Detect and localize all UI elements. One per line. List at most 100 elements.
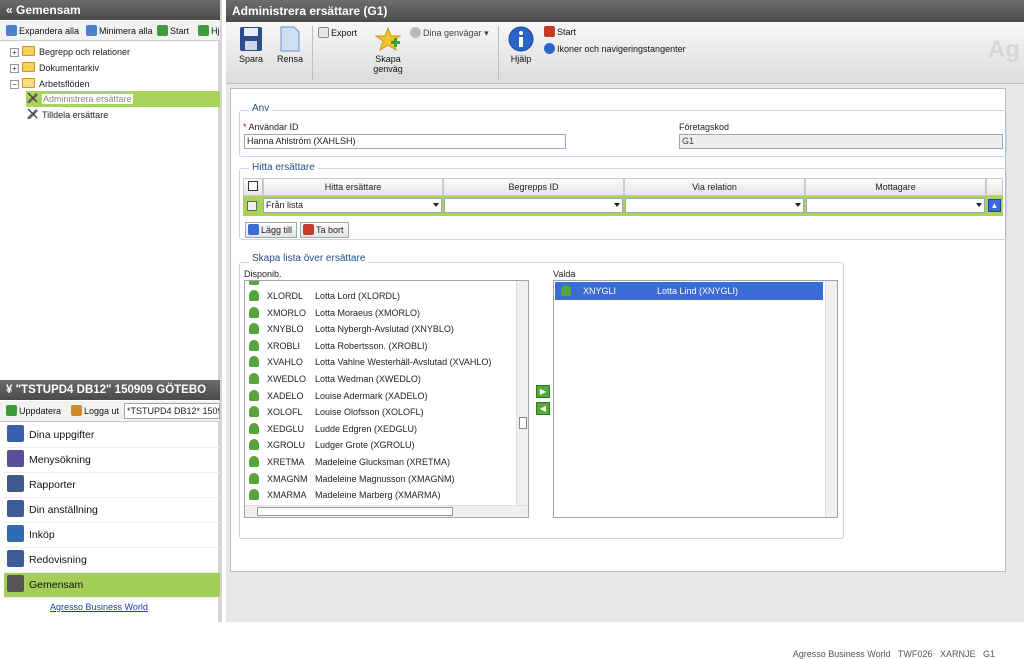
agresso-link[interactable]: Agresso Business World <box>50 602 148 612</box>
update-button[interactable]: Uppdatera <box>6 404 61 418</box>
create-shortcut-button[interactable]: Skapa genväg <box>370 26 406 74</box>
menu-dina-uppgifter[interactable]: Dina uppgifter <box>4 423 220 448</box>
list-item[interactable]: XROBLI Lotta Robertsson. (XROBLI) <box>249 338 428 354</box>
move-right-button[interactable]: ▶ <box>536 385 550 398</box>
expand-all-button[interactable]: Expandera alla <box>6 24 79 38</box>
selected-list-item[interactable]: XNYGLI Lotta Lind (XNYGLI) <box>555 282 823 300</box>
available-list[interactable]: XLORDL Lotta Lord (XLORDL) XMORLO Lotta Mor… <box>244 280 529 518</box>
tree-item-administrera-ersattare[interactable]: Administrera ersättare <box>26 91 220 107</box>
expander-icon[interactable]: + <box>10 48 19 57</box>
menu-menysokning[interactable]: Menysökning <box>4 448 220 473</box>
refresh-icon <box>6 405 17 416</box>
menu-rapporter[interactable]: Rapporter <box>4 473 220 498</box>
tree-item-arbetsfloden[interactable]: − Arbetsflöden <box>10 76 90 92</box>
anv-legend: Anv <box>249 103 273 114</box>
session-select[interactable]: *TSTUPD4 DB12* 1509 <box>124 403 220 419</box>
list-item[interactable]: XMAGNM Madeleine Magnusson (XMAGNM) <box>249 471 455 487</box>
help-icon <box>198 25 209 36</box>
list-item-id: XMAGNM <box>267 473 308 484</box>
list-item[interactable]: XVAHLO Lotta Vahlne Westerhäll-Avslutad (… <box>249 354 491 370</box>
add-button[interactable]: Lägg till <box>245 222 298 238</box>
main-window: Administrera ersättare (G1) Spara Rensa … <box>226 0 1024 659</box>
start-button[interactable]: Start <box>157 24 189 38</box>
menu-redovisning[interactable]: Redovisning <box>4 548 220 573</box>
hitta-ersattare-select[interactable]: Från lista <box>263 198 442 213</box>
list-item[interactable]: XLORDL Lotta Lord (XLORDL) <box>249 288 400 304</box>
menu-inkop[interactable]: Inköp <box>4 523 220 548</box>
my-shortcuts-dropdown[interactable]: Dina genvägar ▾ <box>410 27 489 39</box>
menu-din-anstallning[interactable]: Din anställning <box>4 498 220 523</box>
tree-item-dokumentarkiv[interactable]: + Dokumentarkiv <box>10 60 99 76</box>
window-title: Administrera ersättare (G1) <box>226 0 1024 22</box>
col-via-relation[interactable]: Via relation <box>624 178 805 196</box>
select-all-column <box>243 178 263 196</box>
user-icon <box>249 472 259 484</box>
star-plus-icon <box>374 26 402 52</box>
list-item-name: Ludger Grote (XGROLU) <box>315 440 415 451</box>
list-item-name: Lotta Lind (XNYGLI) <box>657 286 739 296</box>
expander-icon[interactable]: + <box>10 64 19 73</box>
list-item[interactable]: XADELO Louise Adermark (XADELO) <box>249 388 428 404</box>
col-mottagare[interactable]: Mottagare <box>805 178 986 196</box>
company-field[interactable]: G1 <box>679 134 1003 149</box>
chevron-down-icon <box>976 203 982 207</box>
list-item-id: XNYBLO <box>267 324 304 335</box>
row-checkbox[interactable] <box>247 201 257 211</box>
list-item-name: Lotta Vahlne Westerhäll-Avslutad (XVAHLO… <box>315 357 492 368</box>
select-all-checkbox[interactable] <box>248 181 258 191</box>
horizontal-scrollbar[interactable] <box>245 505 528 517</box>
begrepps-id-select[interactable] <box>444 198 623 213</box>
scroll-thumb[interactable] <box>519 417 527 429</box>
icons-keys-button[interactable]: Ikoner och navigeringstangenter <box>544 43 686 54</box>
list-item[interactable]: XEDGLU Ludde Edgren (XEDGLU) <box>249 421 417 437</box>
vertical-scrollbar[interactable] <box>516 281 528 507</box>
open-folder-icon <box>22 78 35 88</box>
vertical-scrollbar[interactable] <box>825 281 837 517</box>
help-ribbon-button[interactable]: Hjälp <box>504 26 538 64</box>
via-relation-select[interactable] <box>625 198 804 213</box>
logout-button[interactable]: Logga ut <box>71 404 119 418</box>
expander-icon[interactable]: − <box>10 80 19 89</box>
tree-item-begrepp[interactable]: + Begrepp och relationer <box>10 44 130 60</box>
selected-list[interactable]: XNYGLI Lotta Lind (XNYGLI) <box>553 280 838 518</box>
export-button[interactable]: Export <box>318 27 357 38</box>
move-left-button[interactable]: ◀ <box>536 402 550 415</box>
hscroll-thumb[interactable] <box>257 507 453 516</box>
plus-icon <box>6 25 17 36</box>
list-item[interactable]: XGROLU Ludger Grote (XGROLU) <box>249 437 415 453</box>
search-icon <box>7 450 24 467</box>
pane-title[interactable]: « Gemensam <box>0 0 220 20</box>
minimize-all-button[interactable]: Minimera alla <box>86 24 153 38</box>
list-item-id: XROBLI <box>267 340 301 351</box>
user-icon <box>249 323 259 335</box>
list-item-id: XVAHLO <box>267 357 303 368</box>
list-item[interactable]: XRETMA Madeleine Glucksman (XRETMA) <box>249 454 450 470</box>
list-item-id: XADELO <box>267 390 304 401</box>
session-title[interactable]: ¥ "TSTUPD4 DB12" 150909 GÖTEBO <box>0 380 220 400</box>
tools-icon <box>27 92 38 103</box>
col-hitta-ersattare[interactable]: Hitta ersättare <box>263 178 443 196</box>
user-icon <box>249 339 259 351</box>
menu-gemensam[interactable]: Gemensam <box>4 573 220 598</box>
col-spacer <box>986 178 1003 196</box>
save-button[interactable]: Spara <box>234 26 268 64</box>
list-item[interactable]: XMARMA Madeleine Marberg (XMARMA) <box>249 487 441 503</box>
remove-button[interactable]: Ta bort <box>300 222 349 238</box>
delete-icon <box>303 224 314 235</box>
list-item[interactable]: XNYBLO Lotta Nybergh-Avslutad (XNYBLO) <box>249 321 454 337</box>
list-item[interactable]: XMORLO Lotta Moraeus (XMORLO) <box>249 305 420 321</box>
selected-label: Valda <box>553 269 576 279</box>
tree-item-tilldela-ersattare[interactable]: Tilldela ersättare <box>26 107 108 123</box>
col-begrepps-id[interactable]: Begrepps ID <box>443 178 624 196</box>
ribbon: Spara Rensa Export Skapa genväg Dina gen… <box>226 22 1024 84</box>
user-id-field[interactable]: Hanna Ahlström (XAHLSH) <box>244 134 566 149</box>
folder-icon <box>22 46 35 56</box>
scroll-up-icon[interactable]: ▲ <box>988 199 1001 212</box>
clear-button[interactable]: Rensa <box>273 26 307 64</box>
list-item[interactable]: XOLOFL Louise Olofsson (XOLOFL) <box>249 404 424 420</box>
help-button[interactable]: Hj <box>198 24 220 38</box>
skapa-legend: Skapa lista över ersättare <box>249 253 369 264</box>
start-ribbon-button[interactable]: Start <box>544 26 576 37</box>
list-item[interactable]: XWEDLO Lotta Wedman (XWEDLO) <box>249 371 421 387</box>
mottagare-select[interactable] <box>806 198 985 213</box>
